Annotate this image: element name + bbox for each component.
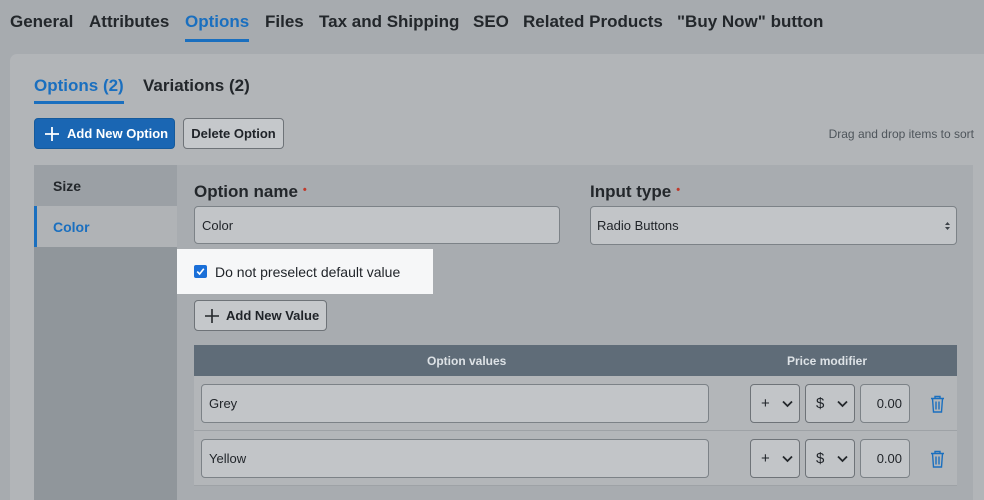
header-price-modifier: Price modifier — [787, 354, 868, 368]
check-icon — [196, 268, 205, 276]
options-panel: Options (2) Variations (2) Add New Optio… — [10, 54, 984, 500]
required-mark: • — [302, 184, 307, 196]
price-amount-value: 0.00 — [876, 396, 902, 411]
price-sign-value: + — [761, 395, 770, 412]
chevron-down-icon — [837, 455, 848, 463]
tab-attributes[interactable]: Attributes — [89, 12, 169, 32]
price-sign-value: + — [761, 450, 770, 467]
add-new-option-button[interactable]: Add New Option — [34, 118, 175, 149]
input-type-label-text: Input type — [590, 182, 672, 201]
trash-icon[interactable] — [930, 395, 945, 413]
option-value-input[interactable] — [201, 439, 709, 478]
tab-files[interactable]: Files — [265, 12, 304, 32]
option-item-color[interactable]: Color — [34, 206, 177, 247]
plus-icon — [205, 308, 219, 323]
option-name-label: Option name • — [194, 182, 307, 202]
tab-tax-and-shipping[interactable]: Tax and Shipping — [319, 12, 459, 32]
tab-seo[interactable]: SEO — [473, 12, 509, 32]
price-amount-input[interactable]: 0.00 — [860, 384, 910, 423]
option-name-label-text: Option name — [194, 182, 298, 201]
option-item-label: Color — [53, 218, 90, 235]
option-name-input[interactable] — [194, 206, 560, 244]
chevron-down-icon — [837, 400, 848, 408]
chevron-down-icon — [782, 400, 793, 408]
tab-options[interactable]: Options — [185, 12, 250, 42]
delete-option-label: Delete Option — [191, 126, 276, 141]
price-amount-input[interactable]: 0.00 — [860, 439, 910, 478]
price-type-select[interactable]: $ — [805, 439, 855, 478]
values-table-header: Option values Price modifier — [194, 345, 957, 376]
trash-icon[interactable] — [930, 450, 945, 468]
price-type-value: $ — [816, 395, 825, 412]
chevron-down-icon — [782, 455, 793, 463]
price-sign-select[interactable]: + — [750, 384, 800, 423]
tab-related-products[interactable]: Related Products — [523, 12, 663, 32]
no-preselect-row: Do not preselect default value — [177, 249, 433, 294]
subtab-options[interactable]: Options (2) — [34, 76, 124, 104]
option-item-label: Size — [53, 177, 82, 194]
input-type-select[interactable]: Radio Buttons — [590, 206, 957, 245]
table-row: + $ 0.00 — [194, 376, 957, 431]
no-preselect-label: Do not preselect default value — [215, 263, 401, 280]
options-list: Size Color — [34, 165, 177, 500]
option-value-input[interactable] — [201, 384, 709, 423]
no-preselect-checkbox[interactable] — [194, 265, 207, 278]
price-sign-select[interactable]: + — [750, 439, 800, 478]
delete-option-button[interactable]: Delete Option — [183, 118, 284, 149]
tab-general[interactable]: General — [10, 12, 73, 32]
subtab-variations[interactable]: Variations (2) — [143, 76, 250, 96]
price-type-select[interactable]: $ — [805, 384, 855, 423]
plus-icon — [45, 126, 59, 141]
tab-buy-now-button[interactable]: "Buy Now" button — [677, 12, 823, 32]
input-type-value: Radio Buttons — [597, 218, 679, 233]
sort-arrows-icon — [945, 222, 950, 230]
add-new-value-button[interactable]: Add New Value — [194, 300, 327, 331]
option-item-size[interactable]: Size — [34, 165, 177, 206]
product-tabs: General Attributes Options Files Tax and… — [0, 0, 984, 44]
table-row: + $ 0.00 — [194, 431, 957, 486]
add-new-value-label: Add New Value — [226, 308, 320, 323]
sort-hint: Drag and drop items to sort — [828, 127, 974, 141]
price-type-value: $ — [816, 450, 825, 467]
price-amount-value: 0.00 — [876, 451, 902, 466]
option-editor: Option name • Input type • Radio Buttons D… — [177, 165, 973, 500]
input-type-label: Input type • — [590, 182, 680, 202]
required-mark: • — [676, 184, 681, 196]
header-option-values: Option values — [427, 354, 507, 368]
add-new-option-label: Add New Option — [67, 126, 169, 141]
